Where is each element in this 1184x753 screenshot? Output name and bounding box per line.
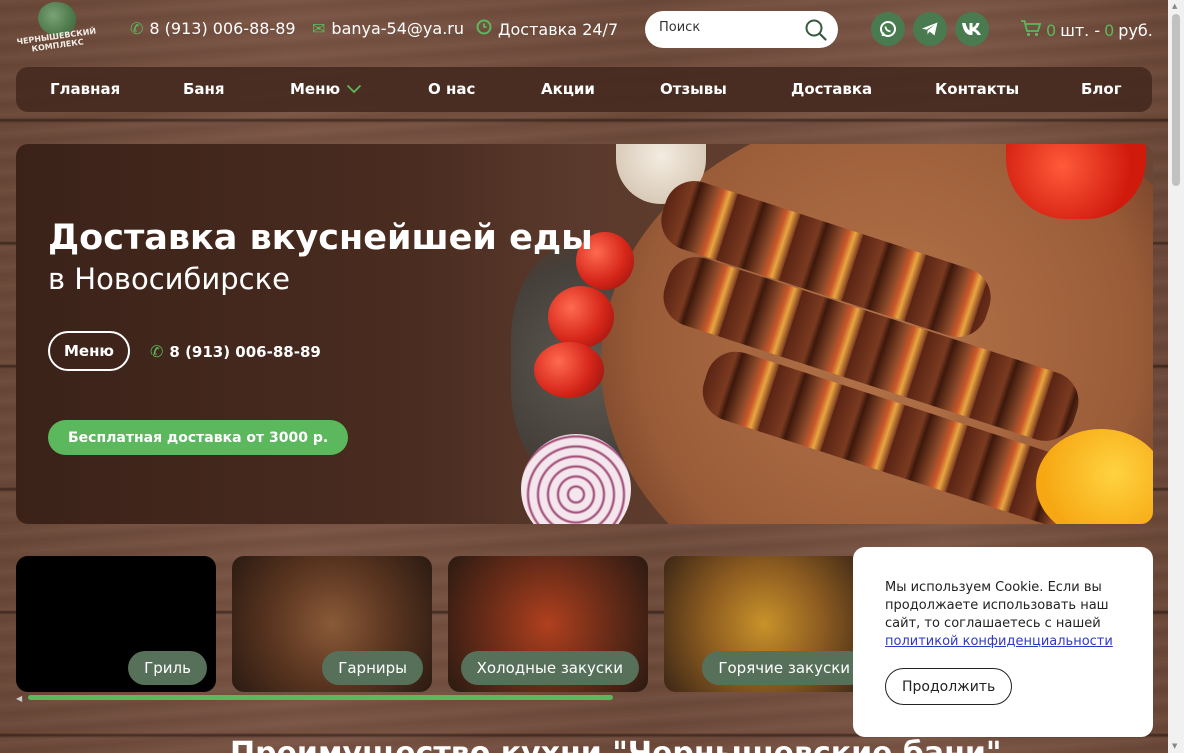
cookie-popup: Мы используем Cookie. Если вы продолжает…	[853, 547, 1153, 737]
nav-item-delivery[interactable]: Доставка	[791, 80, 872, 98]
header-delivery: Доставка 24/7	[476, 19, 618, 39]
nav-item-bath[interactable]: Баня	[183, 80, 225, 98]
page-scrollbar[interactable]: ▲ ▼	[1168, 0, 1184, 753]
nav-item-contacts[interactable]: Контакты	[935, 80, 1019, 98]
free-delivery-button[interactable]: Бесплатная доставка от 3000 р.	[48, 420, 349, 455]
nav-item-menu[interactable]: Меню	[290, 80, 362, 98]
logo[interactable]: ЧЕРНЫШЕВСКИЙ КОМПЛЕКС	[14, 2, 100, 60]
nav-item-promo[interactable]: Акции	[541, 80, 595, 98]
nav-item-reviews[interactable]: Отзывы	[660, 80, 727, 98]
page-scrollbar-thumb[interactable]	[1172, 14, 1180, 186]
cookie-text: Мы используем Cookie. Если вы продолжает…	[885, 579, 1125, 651]
hero-banner: Доставка вкуснейшей еды в Новосибирске М…	[16, 144, 1153, 524]
phone-icon: ✆	[130, 19, 144, 38]
category-label: Гриль	[128, 651, 207, 685]
category-scrollbar-thumb[interactable]	[28, 695, 613, 700]
whatsapp-icon[interactable]	[871, 12, 905, 46]
cart[interactable]: 0 шт. - 0 руб.	[1020, 19, 1153, 41]
header-phone-text: 8 (913) 006-88-89	[149, 19, 296, 38]
cart-currency: руб.	[1118, 20, 1153, 40]
header-email-text: banya-54@ya.ru	[331, 19, 464, 38]
nav-item-blog[interactable]: Блог	[1081, 80, 1122, 98]
category-label: Горячие закуски	[702, 651, 864, 685]
telegram-icon[interactable]	[913, 12, 947, 46]
cart-icon	[1020, 19, 1042, 41]
search-icon[interactable]	[804, 18, 828, 42]
clock-icon	[476, 19, 492, 39]
mail-icon: ✉	[312, 19, 326, 38]
header-email[interactable]: ✉ banya-54@ya.ru	[312, 19, 464, 38]
nav-item-about[interactable]: О нас	[428, 80, 475, 98]
category-card-grill[interactable]: Гриль	[16, 556, 216, 692]
category-card-hot-snacks[interactable]: Горячие закуски	[664, 556, 864, 692]
cookie-message: Мы используем Cookie. Если вы продолжает…	[885, 580, 1109, 631]
cart-count: 0	[1046, 20, 1057, 40]
hero-subtitle: в Новосибирске	[48, 262, 290, 296]
hero-title: Доставка вкуснейшей еды	[48, 218, 593, 258]
search-box	[645, 11, 838, 48]
cookie-continue-button[interactable]: Продолжить	[885, 668, 1013, 705]
category-card-sides[interactable]: Гарниры	[232, 556, 432, 692]
category-label: Гарниры	[322, 651, 423, 685]
chevron-down-icon	[346, 80, 362, 98]
hero-tomato-image	[534, 342, 604, 398]
vk-icon[interactable]	[955, 12, 989, 46]
hero-menu-button[interactable]: Меню	[48, 331, 130, 371]
hero-phone-text: 8 (913) 006-88-89	[169, 342, 321, 361]
header-phone[interactable]: ✆ 8 (913) 006-88-89	[130, 19, 296, 38]
category-label: Холодные закуски	[460, 651, 639, 685]
main-nav: Главная Баня Меню О нас Акции Отзывы Дос…	[16, 67, 1152, 112]
site-header: ЧЕРНЫШЕВСКИЙ КОМПЛЕКС ✆ 8 (913) 006-88-8…	[0, 0, 1168, 60]
section-title: Преимущество кухни "Чернышевские бани"	[230, 736, 1001, 753]
nav-item-home[interactable]: Главная	[50, 80, 120, 98]
hero-tomato-image	[548, 286, 614, 348]
privacy-policy-link[interactable]: политикой конфиденциальности	[885, 634, 1113, 649]
scroll-up-icon[interactable]: ▲	[1172, 2, 1177, 10]
scroll-left-icon[interactable]: ◀	[16, 694, 22, 703]
category-card-cold-snacks[interactable]: Холодные закуски	[448, 556, 648, 692]
hero-phone[interactable]: ✆ 8 (913) 006-88-89	[150, 342, 321, 361]
cart-count-unit: шт. -	[1060, 20, 1101, 40]
cart-sum: 0	[1104, 20, 1115, 40]
scroll-down-icon[interactable]: ▼	[1172, 742, 1177, 750]
header-delivery-text: Доставка 24/7	[498, 19, 619, 39]
search-input[interactable]	[659, 20, 799, 35]
phone-icon: ✆	[150, 342, 164, 361]
nav-item-menu-label: Меню	[290, 80, 341, 98]
category-scrollbar[interactable]: ◀	[16, 694, 852, 703]
